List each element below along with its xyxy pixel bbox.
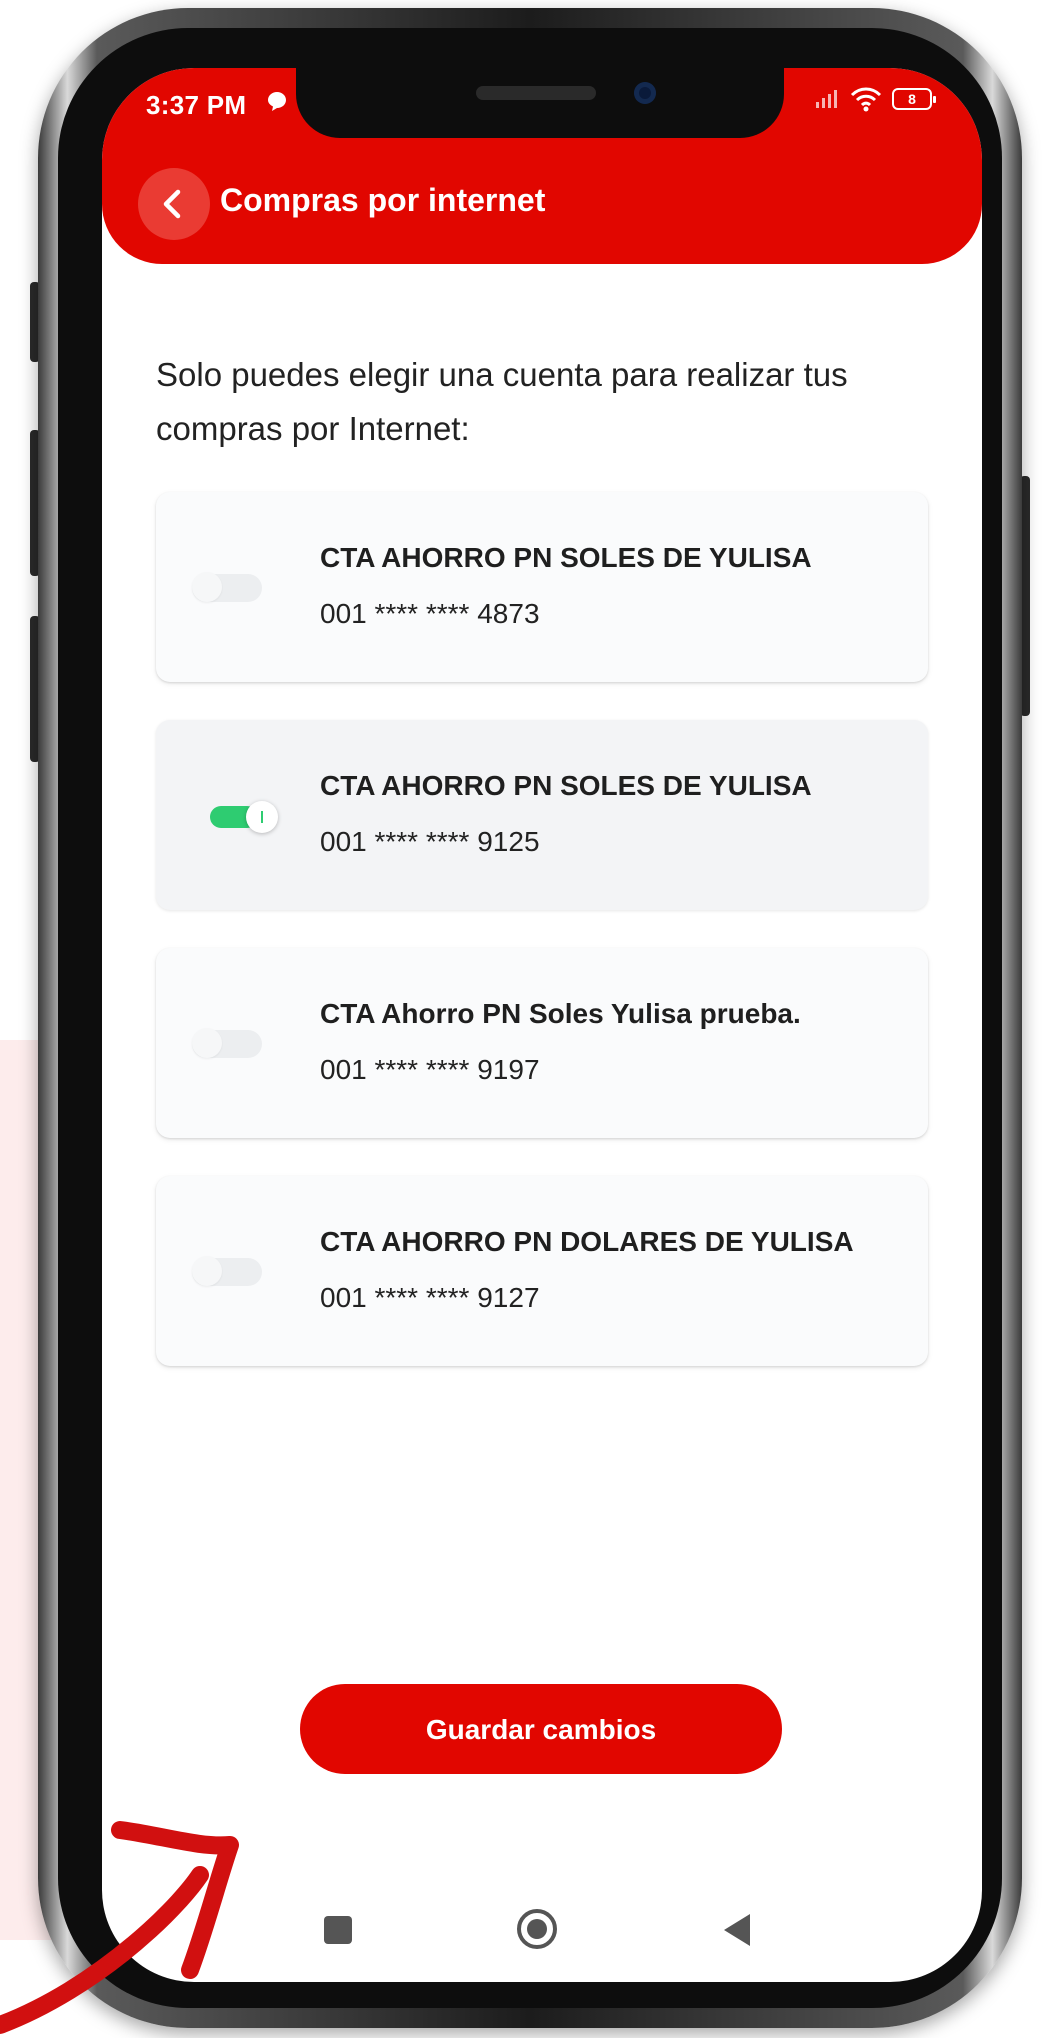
account-toggle[interactable] xyxy=(192,1028,262,1058)
battery-icon: 8 xyxy=(892,88,936,110)
pointer-arrow-icon xyxy=(0,1821,239,2034)
chevron-left-icon xyxy=(163,189,181,219)
toggle-knob xyxy=(192,1028,222,1058)
speaker xyxy=(476,86,596,100)
account-card-selected[interactable]: CTA AHORRO PN SOLES DE YULISA 001 **** *… xyxy=(156,720,928,910)
wifi-icon xyxy=(850,87,882,112)
circle-icon[interactable] xyxy=(516,1908,558,1950)
status-time: 3:37 PM xyxy=(146,90,247,120)
account-name: CTA AHORRO PN DOLARES DE YULISA xyxy=(320,1226,854,1257)
account-card[interactable]: CTA Ahorro PN Soles Yulisa prueba. 001 *… xyxy=(156,948,928,1138)
account-name: CTA Ahorro PN Soles Yulisa prueba. xyxy=(320,998,801,1029)
account-card[interactable]: CTA AHORRO PN SOLES DE YULISA 001 **** *… xyxy=(156,492,928,682)
intro-text: Solo puedes elegir una cuenta para reali… xyxy=(156,356,848,447)
battery-level: 8 xyxy=(908,91,916,107)
toggle-knob xyxy=(192,572,222,602)
front-camera xyxy=(634,82,656,104)
account-toggle[interactable] xyxy=(192,1256,262,1286)
account-number: 001 **** **** 9127 xyxy=(320,1282,540,1313)
account-toggle[interactable] xyxy=(192,572,262,602)
save-button[interactable]: Guardar cambios xyxy=(300,1684,782,1774)
status-icons: 8 xyxy=(814,86,936,112)
toggle-knob xyxy=(192,1256,222,1286)
account-toggle[interactable] xyxy=(210,801,278,833)
account-name: CTA AHORRO PN SOLES DE YULISA xyxy=(320,770,812,801)
phone-screen: 3:37 PM 8 Compras por internet Solo pued… xyxy=(102,68,982,1982)
notification-icon xyxy=(268,92,286,111)
account-number: 001 **** **** 4873 xyxy=(320,598,540,629)
signal-icon xyxy=(816,90,837,108)
account-number: 001 **** **** 9125 xyxy=(320,826,540,857)
page-title: Compras por internet xyxy=(220,182,546,218)
square-icon[interactable] xyxy=(324,1916,352,1944)
account-card[interactable]: CTA AHORRO PN DOLARES DE YULISA 001 ****… xyxy=(156,1176,928,1366)
phone-notch xyxy=(296,68,784,138)
back-button[interactable] xyxy=(138,168,210,240)
toggle-knob xyxy=(246,801,278,833)
triangle-left-icon[interactable] xyxy=(722,1912,752,1948)
account-number: 001 **** **** 9197 xyxy=(320,1054,540,1085)
app-header: 3:37 PM 8 Compras por internet xyxy=(102,68,982,264)
battery-tip xyxy=(933,96,936,103)
stage: 3:37 PM 8 Compras por internet Solo pued… xyxy=(0,0,1046,2038)
account-name: CTA AHORRO PN SOLES DE YULISA xyxy=(320,542,812,573)
